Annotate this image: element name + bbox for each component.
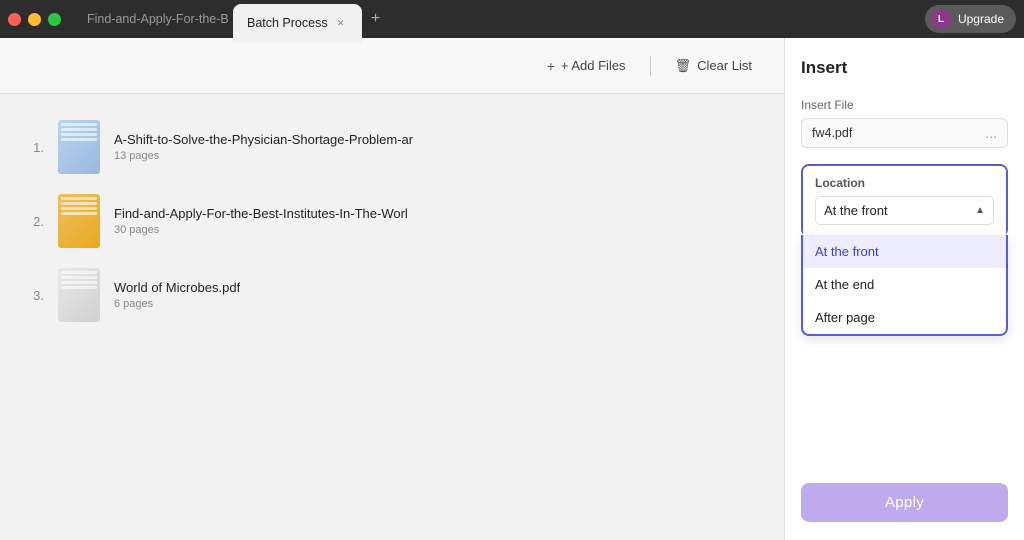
right-panel: Insert Insert File fw4.pdf ... Location … [784,38,1024,540]
insert-file-value: fw4.pdf [812,126,985,140]
toolbar: + + Add Files 🗑 Clear List [0,38,784,94]
close-button[interactable] [8,13,21,26]
list-item: 1. A-Shift-to-Solve-the-Physician-Shorta… [24,110,760,184]
insert-file-selector[interactable]: fw4.pdf ... [801,118,1008,148]
trash-icon: 🗑 [675,58,692,74]
location-option-end[interactable]: At the end [803,268,1006,301]
file-thumbnail-2 [58,194,100,248]
file-list: 1. A-Shift-to-Solve-the-Physician-Shorta… [0,94,784,540]
main-content: + + Add Files 🗑 Clear List 1. [0,38,1024,540]
file-pages-3: 6 pages [114,298,240,310]
location-header: Location At the front ▲ [803,166,1006,235]
list-item: 2. Find-and-Apply-For-the-Best-Institute… [24,184,760,258]
add-files-button[interactable]: + + Add Files [539,54,634,78]
toolbar-divider [650,56,651,76]
location-dropdown-menu: At the front At the end After page [801,235,1008,336]
file-info-2: Find-and-Apply-For-the-Best-Institutes-I… [114,206,408,236]
tab-batch-process[interactable]: Batch Process ✕ [233,4,362,42]
user-avatar: L [931,9,951,29]
minimize-button[interactable] [28,13,41,26]
tab-find-apply-label: Find-and-Apply-For-the-B [87,12,229,26]
location-label: Location [815,176,994,190]
location-option-after-page[interactable]: After page [803,301,1006,334]
file-info-1: A-Shift-to-Solve-the-Physician-Shortage-… [114,132,413,162]
title-bar: Find-and-Apply-For-the-B Batch Process ✕… [0,0,1024,38]
file-number-3: 3. [24,288,44,303]
add-files-label: + Add Files [561,58,626,73]
file-number-2: 2. [24,214,44,229]
file-pages-2: 30 pages [114,224,408,236]
tab-batch-process-label: Batch Process [247,16,328,30]
upgrade-button[interactable]: L Upgrade [925,5,1016,33]
add-tab-icon: + [371,10,380,28]
tab-bar: Find-and-Apply-For-the-B Batch Process ✕… [73,0,925,38]
plus-icon: + [547,58,555,74]
add-tab-button[interactable]: + [362,5,390,33]
window-controls [8,13,61,26]
tab-find-apply[interactable]: Find-and-Apply-For-the-B [73,0,233,38]
left-panel: + + Add Files 🗑 Clear List 1. [0,38,784,540]
chevron-up-icon: ▲ [975,205,985,216]
insert-file-label: Insert File [801,98,1008,112]
panel-title: Insert [801,58,1008,78]
upgrade-label: Upgrade [958,12,1004,26]
location-option-front[interactable]: At the front [803,235,1006,268]
file-thumbnail-1 [58,120,100,174]
tab-close-icon[interactable]: ✕ [334,16,348,30]
file-name-1: A-Shift-to-Solve-the-Physician-Shortage-… [114,132,413,147]
file-selector-dots[interactable]: ... [985,125,997,141]
file-info-3: World of Microbes.pdf 6 pages [114,280,240,310]
maximize-button[interactable] [48,13,61,26]
file-thumbnail-3 [58,268,100,322]
clear-list-button[interactable]: 🗑 Clear List [667,54,760,78]
clear-list-label: Clear List [697,58,752,73]
file-name-3: World of Microbes.pdf [114,280,240,295]
location-container: Location At the front ▲ At the front At … [801,164,1008,237]
file-name-2: Find-and-Apply-For-the-Best-Institutes-I… [114,206,408,221]
file-number-1: 1. [24,140,44,155]
list-item: 3. World of Microbes.pdf 6 pages [24,258,760,332]
location-selected-value: At the front [824,203,888,218]
location-select[interactable]: At the front ▲ [815,196,994,225]
file-pages-1: 13 pages [114,150,413,162]
apply-button[interactable]: Apply [801,483,1008,522]
